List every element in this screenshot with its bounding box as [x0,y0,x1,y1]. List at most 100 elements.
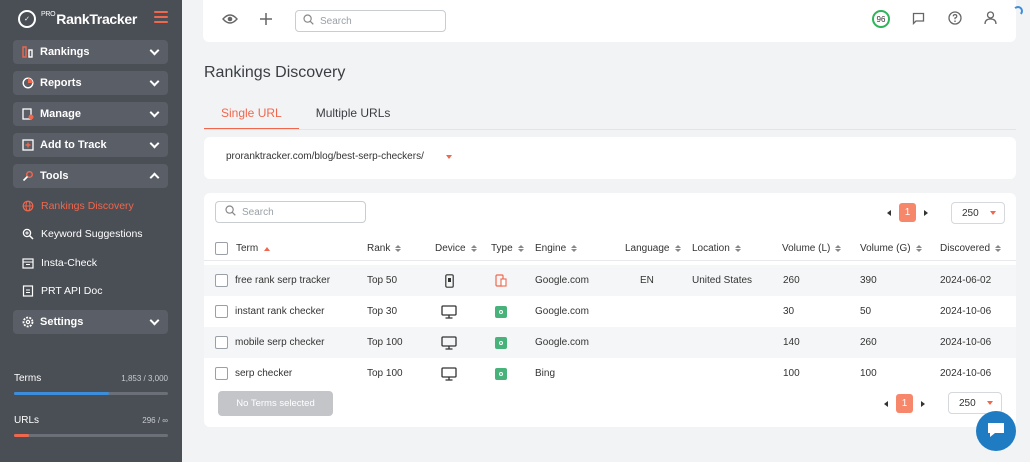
sort-icon [995,245,1002,252]
magnifier-plus-icon [22,228,34,240]
table-search-box[interactable] [215,201,366,223]
message-icon[interactable] [912,12,925,25]
sidebar: ✓ PRORankTracker Rankings Reports Manage… [0,0,182,462]
top-search-input[interactable] [320,15,440,27]
cell-rank: Top 100 [367,368,403,379]
per-page-select[interactable]: 250 [951,202,1005,224]
sidebar-item-insta-check[interactable]: Insta-Check [22,254,97,272]
column-header-label: Location [692,243,730,254]
table-row[interactable]: mobile serp checker Top 100 Google.com 1… [204,327,1016,358]
row-checkbox[interactable] [215,327,228,358]
row-checkbox[interactable] [215,296,228,327]
tabs-divider [204,129,1016,130]
sidebar-item-keyword-suggestions[interactable]: Keyword Suggestions [22,225,143,243]
page-button[interactable]: 1 [896,394,913,413]
sidebar-item-rankings-discovery[interactable]: Rankings Discovery [22,197,134,215]
chat-icon [986,421,1006,442]
gear-doc-icon [21,108,34,121]
next-page-icon[interactable] [924,209,928,216]
chevron-down-icon [149,76,160,86]
nav-settings[interactable]: Settings [13,310,168,334]
column-header-volume-local[interactable]: Volume (L) [782,243,842,254]
tab-multiple-urls[interactable]: Multiple URLs [299,98,408,130]
cell-term: mobile serp checker [235,337,325,348]
nav-add-to-track[interactable]: Add to Track [13,133,168,157]
eye-icon[interactable] [222,13,238,25]
column-header-volume-global[interactable]: Volume (G) [860,243,922,254]
column-header-label: Volume (G) [860,243,911,254]
cell-volume-local: 140 [783,337,800,348]
column-header-location[interactable]: Location [692,243,741,254]
chevron-up-icon [149,172,160,183]
url-select[interactable]: proranktracker.com/blog/best-serp-checke… [226,151,452,162]
cell-discovered: 2024-10-06 [940,337,992,348]
no-terms-selected-button[interactable]: No Terms selected [218,391,333,416]
row-checkbox[interactable] [215,358,228,389]
hamburger-menu-icon[interactable] [154,11,168,23]
prev-page-icon[interactable] [884,400,888,407]
table-search-input[interactable] [242,206,362,218]
plus-icon[interactable] [259,12,273,26]
chat-button[interactable] [976,411,1016,451]
app-logo[interactable]: ✓ PRORankTracker [18,8,168,30]
nav-manage[interactable]: Manage [13,102,168,126]
mobile-device-icon [445,265,454,296]
cell-term: instant rank checker [235,306,325,317]
column-header-label: Device [435,243,466,254]
column-header-engine[interactable]: Engine [535,243,578,254]
top-search-box[interactable] [295,10,446,32]
column-header-type[interactable]: Type [491,243,524,254]
select-all-checkbox[interactable] [215,242,228,255]
nav-manage-label: Manage [40,108,81,120]
terms-usage-fill [14,392,110,395]
table-row[interactable]: instant rank checker Top 30 Google.com 3… [204,296,1016,327]
nav-add-to-track-label: Add to Track [40,139,107,151]
cell-language: EN [640,275,654,286]
column-header-label: Engine [535,243,567,254]
account-score-badge[interactable]: 96 [872,10,890,28]
nav-rankings[interactable]: Rankings [13,40,168,64]
column-header-language[interactable]: Language [625,243,681,254]
prev-page-icon[interactable] [887,209,891,216]
sort-icon [470,245,477,252]
url-select-value: proranktracker.com/blog/best-serp-checke… [226,151,424,162]
pagination-bottom: 1 [884,394,925,413]
cell-volume-local: 30 [783,306,795,317]
cell-rank: Top 100 [367,337,403,348]
tab-single-url[interactable]: Single URL [204,98,299,130]
urls-usage-fill [14,434,30,437]
next-page-icon[interactable] [921,400,925,407]
cell-volume-local: 260 [783,275,800,286]
column-header-device[interactable]: Device [435,243,477,254]
table-row[interactable]: free rank serp tracker Top 50 Google.com… [204,265,1016,296]
nav-reports[interactable]: Reports [13,71,168,95]
urls-usage-bar [14,434,168,437]
sidebar-item-prt-api-doc[interactable]: PRT API Doc [22,282,102,300]
wrench-icon [21,170,34,183]
cell-volume-global: 390 [860,275,877,286]
page-button[interactable]: 1 [899,203,916,222]
nav-reports-label: Reports [40,77,82,89]
column-header-term[interactable]: Term [236,243,271,254]
loading-spinner-icon [1013,6,1023,16]
table-row[interactable]: serp checker Top 100 Bing 100 100 2024-1… [204,358,1016,389]
bar-chart-icon [21,46,34,59]
user-icon[interactable] [984,11,997,25]
tab-bar: Single URL Multiple URLs [204,98,407,130]
cell-engine: Bing [535,368,556,379]
desktop-device-icon [441,358,457,389]
column-header-label: Language [625,243,670,254]
row-checkbox[interactable] [215,265,228,296]
sidebar-item-label: Rankings Discovery [41,200,134,212]
sort-icon [571,245,578,252]
column-header-rank[interactable]: Rank [367,243,402,254]
cell-discovered: 2024-06-02 [940,275,992,286]
nav-tools[interactable]: Tools [13,164,168,188]
column-header-discovered[interactable]: Discovered [940,243,1002,254]
desktop-device-icon [441,327,457,358]
account-score-value: 96 [876,14,886,24]
chevron-down-icon [149,107,160,117]
sort-icon [734,245,741,252]
cell-engine: Google.com [535,306,589,317]
help-icon[interactable] [948,11,962,25]
